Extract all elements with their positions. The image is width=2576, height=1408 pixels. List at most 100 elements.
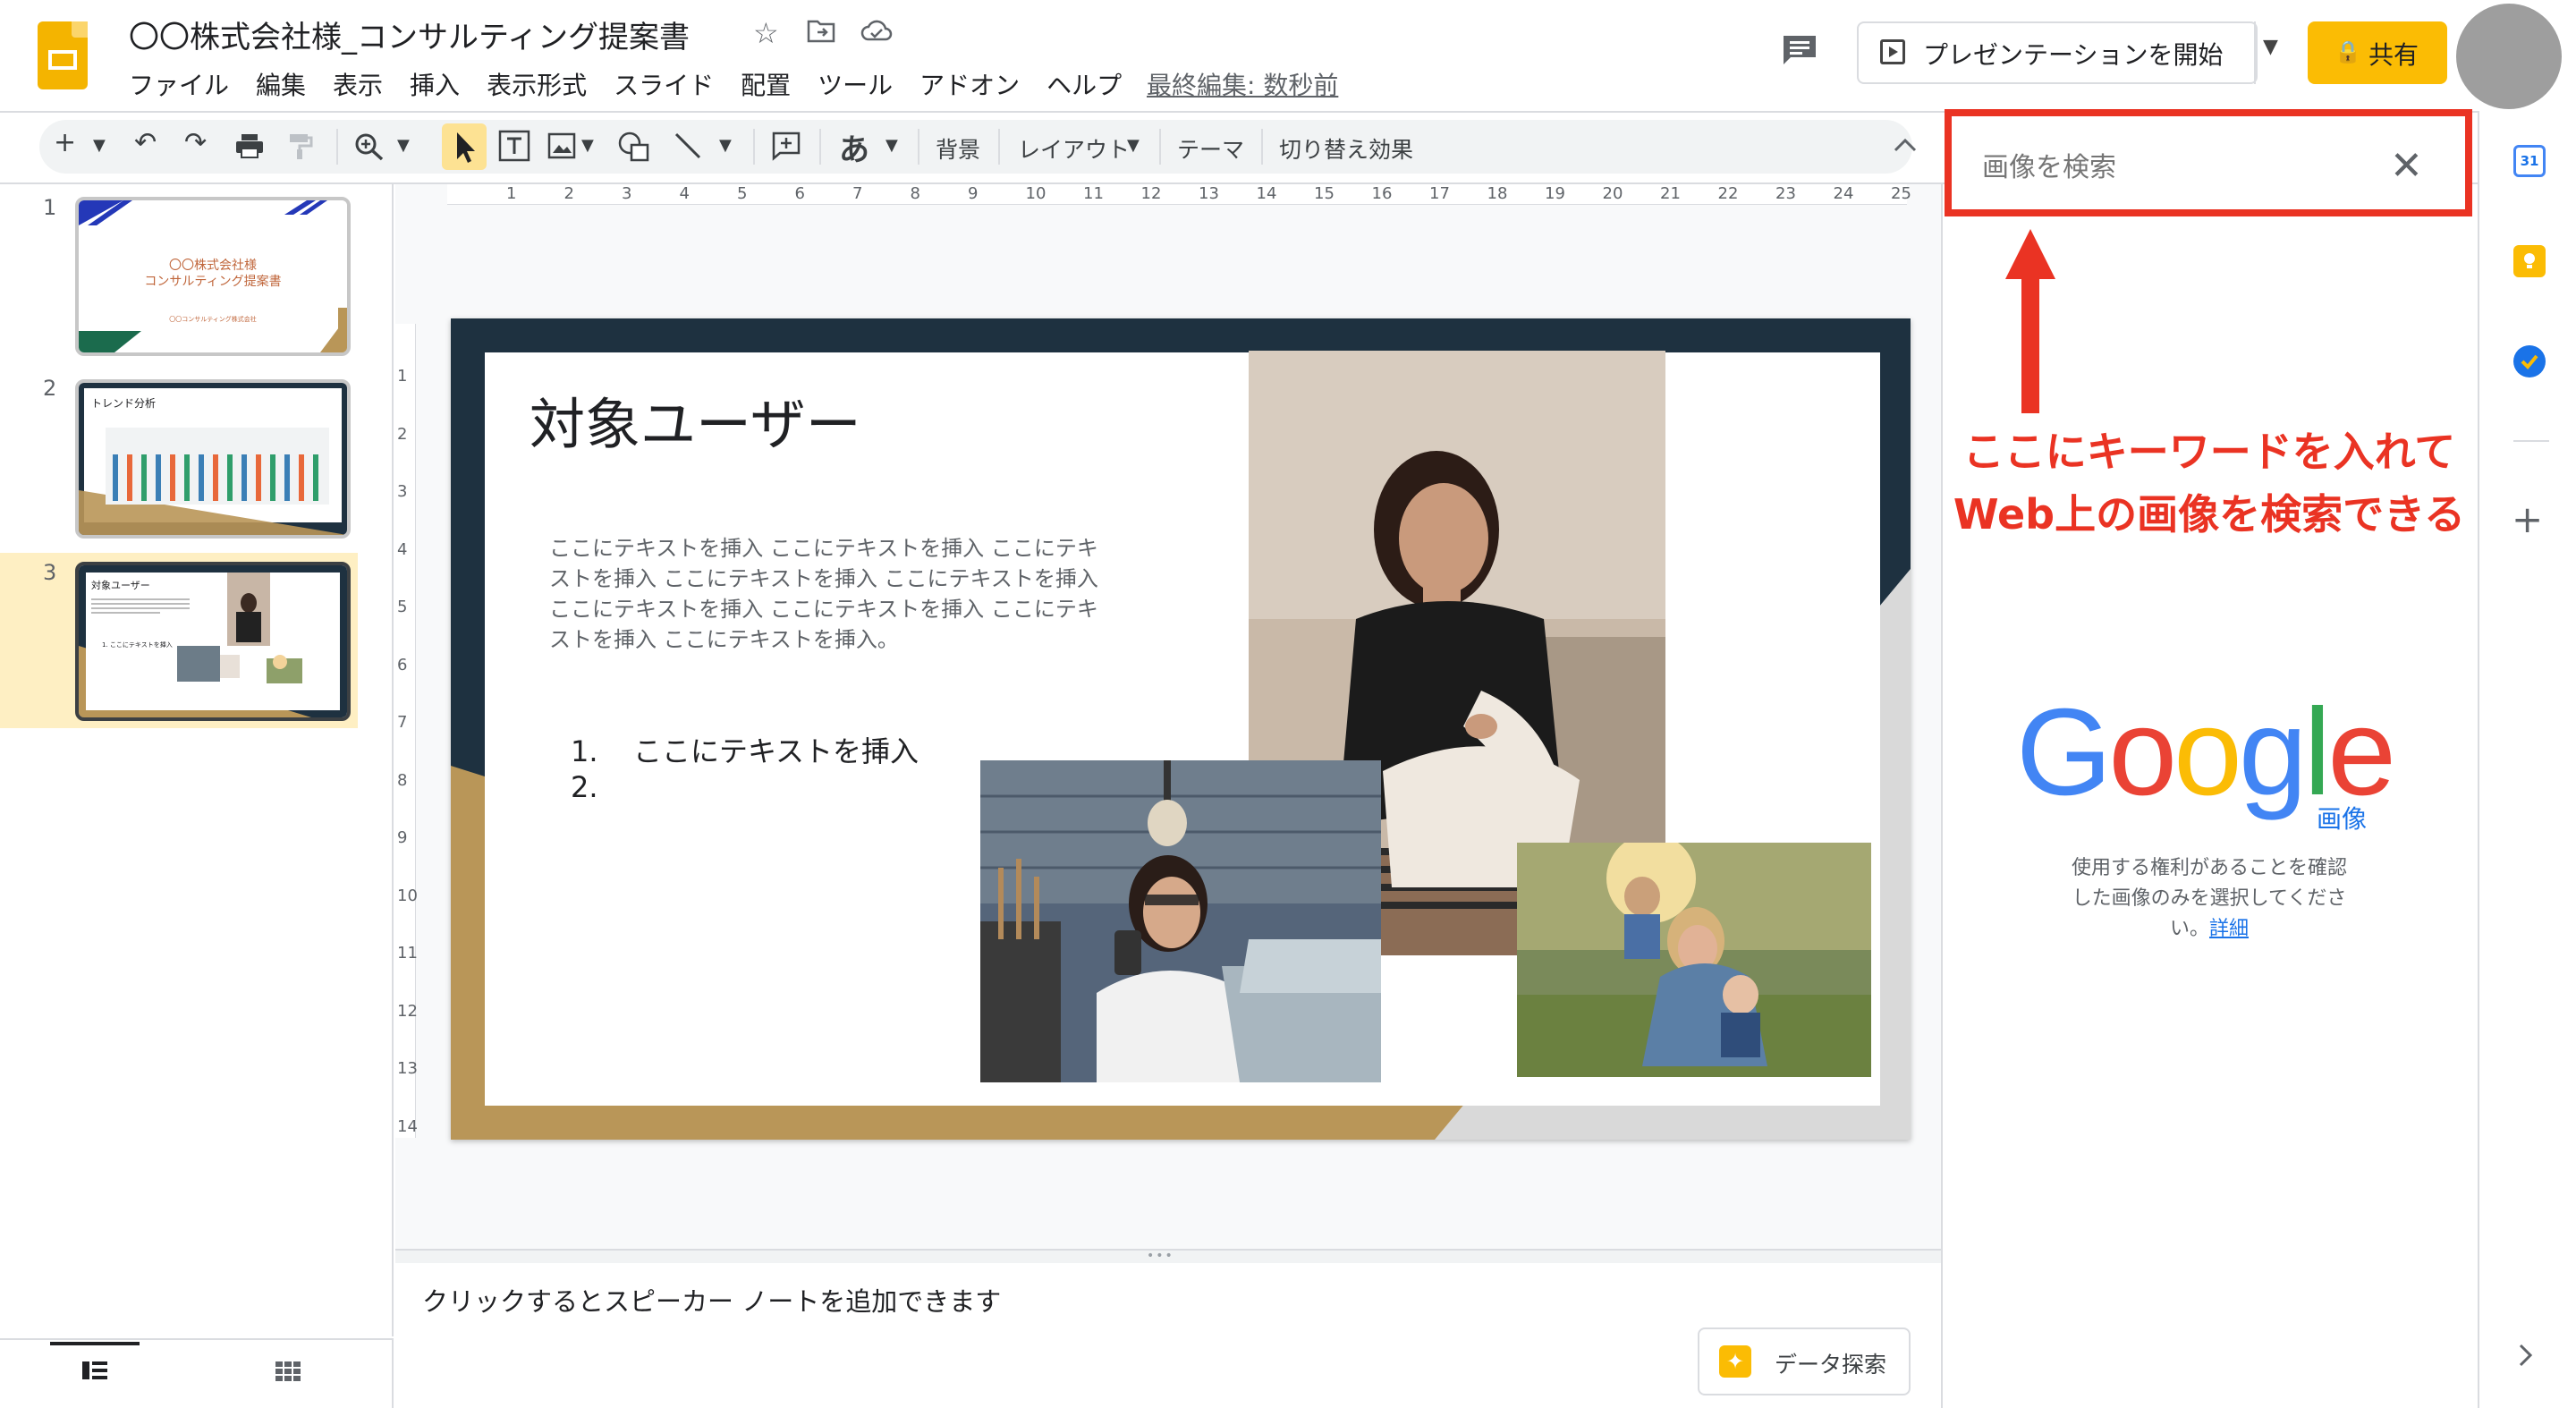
toolbar-separator xyxy=(336,129,338,165)
toolbar-separator xyxy=(998,129,1000,165)
present-dropdown-caret[interactable]: ▼ xyxy=(2263,36,2278,58)
menu-slide[interactable]: スライド xyxy=(614,66,714,102)
ruler-tick-label: 12 xyxy=(1140,184,1162,203)
ruler-tick-label: 10 xyxy=(397,886,418,905)
ruler-tick-label: 13 xyxy=(397,1059,418,1078)
menu-arrange[interactable]: 配置 xyxy=(741,66,791,102)
photo-woman-with-phone[interactable] xyxy=(980,760,1381,1082)
document-title[interactable]: 〇〇株式会社様_コンサルティング提案書 xyxy=(129,13,690,56)
cloud-saved-icon[interactable] xyxy=(860,16,893,50)
cursor-icon[interactable] xyxy=(442,123,487,170)
layout-button[interactable]: レイアウト xyxy=(1018,132,1130,165)
collapse-chevron-icon[interactable] xyxy=(1893,136,1918,157)
ruler-tick-label: 11 xyxy=(1083,184,1104,203)
slides-logo-icon[interactable] xyxy=(38,21,88,89)
filmstrip xyxy=(0,184,394,1336)
thumb-bar xyxy=(299,454,304,501)
ruler-tick-label: 22 xyxy=(1717,184,1739,203)
slide-thumbnail-2[interactable]: トレンド分析 xyxy=(75,379,351,539)
side-panel-bar xyxy=(2478,111,2576,1408)
ruler-tick-label: 6 xyxy=(794,184,805,203)
horizontal-ruler[interactable]: 1 2 3 4 5 6 7 8 9 10 11 12 13 14 15 16 17 18 19 20 21 22 23 24 2… xyxy=(447,184,1911,205)
layout-dropdown-caret[interactable]: ▼ xyxy=(1127,136,1140,155)
add-comment-icon[interactable] xyxy=(771,131,801,165)
menu-file[interactable]: ファイル xyxy=(129,66,229,102)
input-tools-caret[interactable]: ▼ xyxy=(886,136,898,155)
lock-icon: 🔒 xyxy=(2334,39,2361,64)
menu-edit[interactable]: 編集 xyxy=(256,66,306,102)
speaker-notes-placeholder[interactable]: クリックするとスピーカー ノートを追加できます xyxy=(422,1281,1001,1319)
add-icon[interactable]: + xyxy=(54,127,76,158)
slide-title[interactable]: 対象ユーザー xyxy=(530,379,861,460)
calendar-icon[interactable]: 31 xyxy=(2513,145,2546,177)
slide-numbered-list[interactable]: 1. ここにテキストを挿入 2. xyxy=(571,734,919,805)
star-icon[interactable]: ☆ xyxy=(753,16,779,50)
share-label: 共有 xyxy=(2368,40,2419,70)
theme-button[interactable]: テーマ xyxy=(1177,132,1244,165)
menu-insert[interactable]: 挿入 xyxy=(410,66,460,102)
background-button[interactable]: 背景 xyxy=(936,132,980,165)
drag-handle-dots[interactable]: ••• xyxy=(1147,1249,1174,1263)
add-dropdown-caret[interactable]: ▼ xyxy=(93,136,106,155)
line-dropdown-caret[interactable]: ▼ xyxy=(719,136,732,155)
ruler-tick-label: 7 xyxy=(397,713,408,732)
ruler-tick-label: 24 xyxy=(1833,184,1854,203)
slide-thumbnail-1[interactable]: 〇〇株式会社様 コンサルティング提案書 〇〇コンサルティング株式会社 xyxy=(75,197,351,356)
toolbar-separator xyxy=(918,129,919,165)
present-icon xyxy=(1880,39,1905,64)
google-images-label: 画像 xyxy=(2317,804,2368,834)
slide-body-text[interactable]: ここにテキストを挿入 ここにテキストを挿入 ここにテキストを挿入 ここにテキスト… xyxy=(549,533,1104,655)
ruler-tick-label: 3 xyxy=(397,482,408,501)
menu-format[interactable]: 表示形式 xyxy=(487,66,587,102)
ruler-tick-label: 17 xyxy=(1429,184,1450,203)
menu-help[interactable]: ヘルプ xyxy=(1046,66,1122,102)
ruler-tick-label: 4 xyxy=(679,184,690,203)
last-edit-link[interactable]: 最終編集: 数秒前 xyxy=(1147,66,1338,102)
expand-chevron-icon[interactable] xyxy=(2517,1342,2535,1372)
image-dropdown-caret[interactable]: ▼ xyxy=(581,136,594,155)
grid-view-icon[interactable] xyxy=(274,1358,302,1387)
filmstrip-view-tabs xyxy=(0,1338,394,1408)
explore-label: データ探索 xyxy=(1775,1352,1887,1378)
explore-icon: ✦ xyxy=(1719,1345,1751,1378)
image-icon[interactable] xyxy=(547,132,576,163)
plus-icon[interactable]: + xyxy=(2512,497,2543,541)
ruler-tick-label: 1 xyxy=(397,367,408,386)
thumb-list-item: 1. ここにテキストを挿入 xyxy=(102,641,173,649)
line-icon[interactable] xyxy=(673,131,703,165)
vertical-ruler[interactable]: 1 2 3 4 5 6 7 8 9 10 11 12 13 14 xyxy=(395,324,418,1138)
tasks-icon[interactable] xyxy=(2513,345,2546,377)
zoom-icon[interactable] xyxy=(354,132,385,165)
filmstrip-list-icon[interactable] xyxy=(80,1358,109,1387)
shape-icon[interactable] xyxy=(617,131,651,166)
slide-thumbnail-3[interactable]: 対象ユーザー 1. ここにテキストを挿入 xyxy=(75,562,351,721)
menu-tools[interactable]: ツール xyxy=(818,66,893,102)
comment-icon[interactable] xyxy=(1780,32,1819,68)
move-folder-icon[interactable] xyxy=(807,16,835,50)
undo-icon[interactable]: ↶ xyxy=(134,127,157,158)
ruler-tick-label: 6 xyxy=(397,655,408,674)
ruler-tick-label: 15 xyxy=(1314,184,1335,203)
menu-view[interactable]: 表示 xyxy=(333,66,383,102)
menu-addons[interactable]: アドオン xyxy=(919,66,1020,102)
ruler-tick-label: 5 xyxy=(397,598,408,616)
photo-family[interactable] xyxy=(1517,843,1871,1077)
thumb-title: 対象ユーザー xyxy=(91,580,150,591)
image-search-input[interactable] xyxy=(1980,147,2342,188)
input-tools-button[interactable]: あ xyxy=(839,125,869,169)
present-divider xyxy=(2254,21,2256,84)
print-icon[interactable] xyxy=(234,132,265,163)
redo-icon[interactable]: ↷ xyxy=(184,127,207,158)
zoom-dropdown-caret[interactable]: ▼ xyxy=(397,136,410,155)
transition-button[interactable]: 切り替え効果 xyxy=(1279,132,1413,165)
avatar[interactable] xyxy=(2456,4,2562,109)
keep-icon[interactable] xyxy=(2513,245,2546,277)
paint-format-icon[interactable] xyxy=(288,132,313,165)
details-link[interactable]: 詳細 xyxy=(2209,918,2249,940)
slide-number: 1 xyxy=(43,195,57,220)
list-item: 2. xyxy=(571,770,598,804)
ruler-tick-label: 3 xyxy=(622,184,632,203)
close-icon[interactable]: ✕ xyxy=(2390,143,2423,189)
thumb-body-lines xyxy=(91,596,190,632)
text-box-icon[interactable] xyxy=(497,129,531,166)
